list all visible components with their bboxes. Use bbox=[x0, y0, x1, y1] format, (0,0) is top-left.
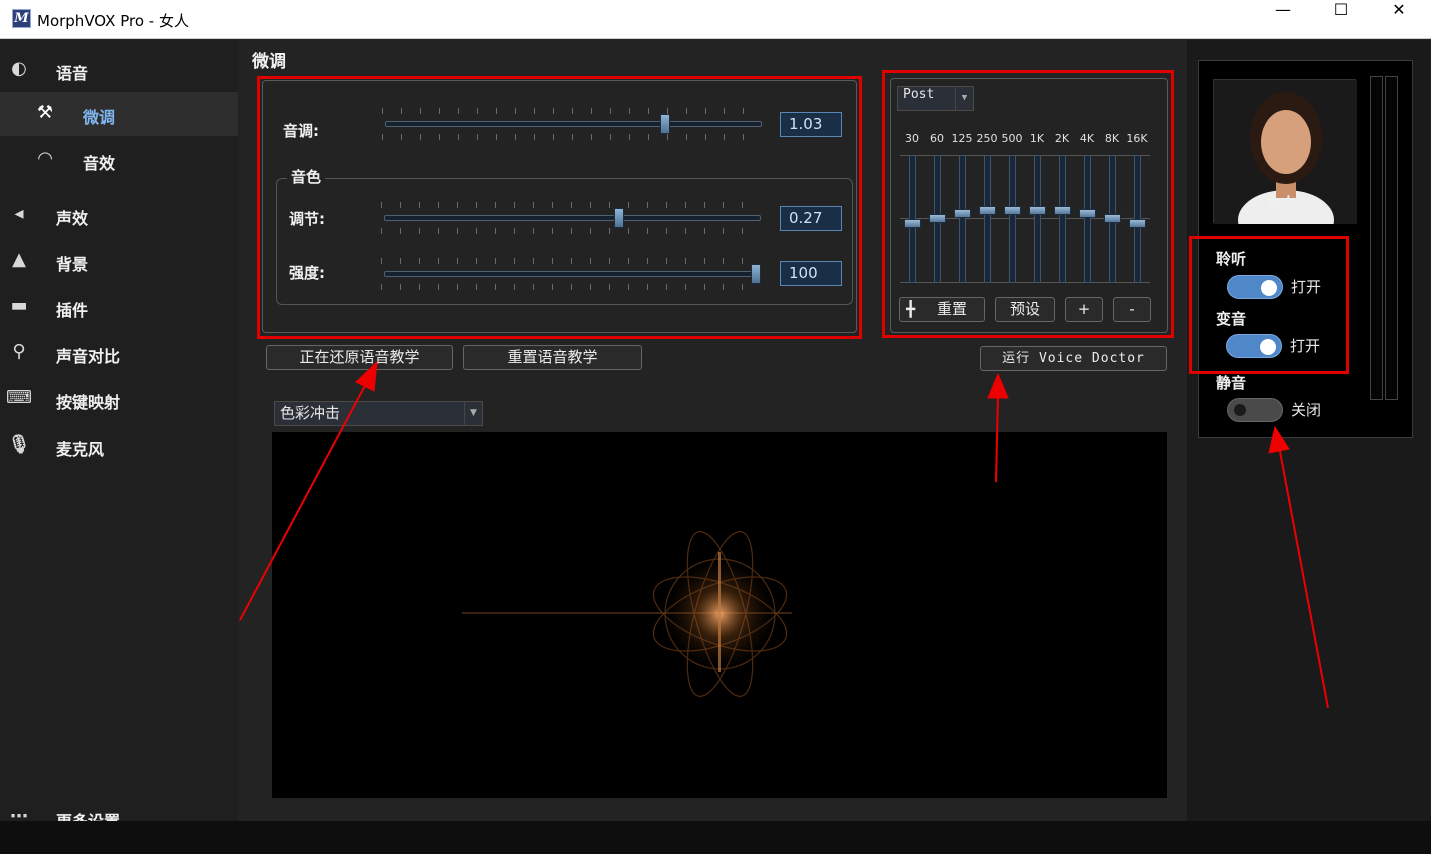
arrow-head-restore-button bbox=[355, 360, 378, 392]
annotation-arrows bbox=[239, 360, 1329, 709]
arrow-head-toggles bbox=[1268, 425, 1290, 454]
app-window: M MorphVOX Pro - 女人 — ☐ ✕ ◐ 语音 ⚒ 微调 ◠ 音效… bbox=[0, 0, 1431, 854]
arrow-head-voice-doctor-button bbox=[987, 372, 1009, 399]
